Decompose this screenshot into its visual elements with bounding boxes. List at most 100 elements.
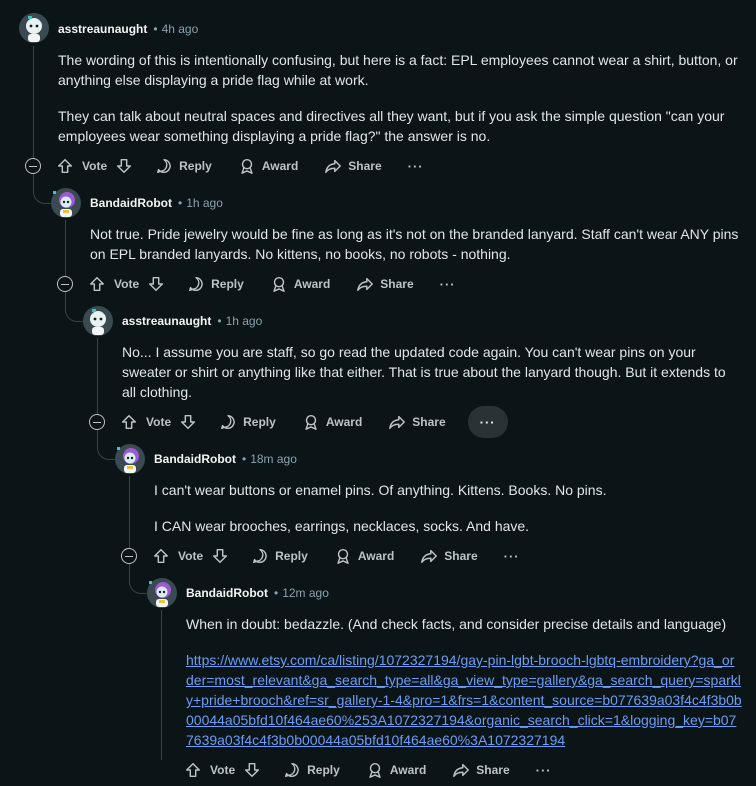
downvote-button[interactable]: [243, 754, 261, 786]
avatar[interactable]: [83, 306, 113, 336]
award-button[interactable]: Award: [238, 150, 298, 182]
share-button[interactable]: Share: [420, 540, 478, 572]
upvote-button[interactable]: [88, 268, 106, 300]
share-icon: [421, 549, 438, 564]
collapse-thread-button[interactable]: [25, 158, 41, 174]
comment-actions: Vote Reply Award Share ···: [120, 406, 508, 438]
share-label: Share: [444, 549, 478, 563]
upvote-icon: [121, 414, 137, 430]
comment-actions: Vote Reply Award Share ···: [152, 540, 532, 572]
upvote-icon: [153, 548, 169, 564]
award-label: Award: [293, 277, 331, 291]
reply-button[interactable]: Reply: [219, 406, 276, 438]
share-label: Share: [348, 159, 382, 173]
award-button[interactable]: Award: [334, 540, 394, 572]
upvote-button[interactable]: [120, 406, 138, 438]
downvote-button[interactable]: [147, 268, 165, 300]
award-icon: [369, 762, 381, 778]
timestamp[interactable]: 12m ago: [282, 586, 329, 600]
link-paragraph: https://www.etsy.com/ca/listing/10723271…: [186, 650, 742, 750]
downvote-button[interactable]: [115, 150, 133, 182]
username[interactable]: asstreaunaught: [58, 22, 147, 36]
vote-label: Vote: [82, 159, 108, 173]
award-button[interactable]: Award: [302, 406, 362, 438]
share-button[interactable]: Share: [388, 406, 446, 438]
comment-actions: Vote Reply Award Share ···: [184, 754, 564, 786]
award-label: Award: [325, 415, 363, 429]
share-button[interactable]: Share: [324, 150, 382, 182]
reply-label: Reply: [275, 549, 308, 563]
username[interactable]: BandaidRobot: [154, 452, 236, 466]
avatar[interactable]: [51, 188, 81, 218]
reply-icon: [253, 548, 267, 564]
upvote-button[interactable]: [56, 150, 74, 182]
downvote-icon: [245, 762, 260, 778]
reply-icon: [189, 276, 203, 292]
upvote-icon: [185, 762, 201, 778]
comment-paragraph: Not true. Pride jewelry would be fine as…: [90, 226, 739, 262]
username[interactable]: asstreaunaught: [122, 314, 211, 328]
downvote-icon: [213, 548, 228, 564]
downvote-icon: [181, 414, 196, 430]
reply-button[interactable]: Reply: [155, 150, 212, 182]
collapse-thread-button[interactable]: [121, 548, 137, 564]
thread-connector: [129, 564, 147, 594]
upvote-button[interactable]: [152, 540, 170, 572]
share-icon: [453, 763, 470, 778]
award-label: Award: [389, 763, 427, 777]
vote-label: Vote: [210, 763, 236, 777]
timestamp[interactable]: 4h ago: [162, 22, 199, 36]
external-link[interactable]: https://www.etsy.com/ca/listing/10723271…: [186, 652, 742, 748]
thread-connector: [97, 430, 115, 460]
more-options-button[interactable]: ···: [396, 150, 436, 182]
share-icon: [325, 159, 342, 174]
timestamp[interactable]: 1h ago: [186, 196, 223, 210]
comment-body: No... I assume you are staff, so go read…: [122, 342, 736, 402]
avatar[interactable]: [115, 444, 145, 474]
downvote-icon: [149, 276, 164, 292]
comment-actions: Vote Reply Award Share ···: [56, 150, 436, 182]
vote-label: Vote: [114, 277, 140, 291]
share-button[interactable]: Share: [452, 754, 510, 786]
upvote-button[interactable]: [184, 754, 202, 786]
award-button[interactable]: Award: [366, 754, 426, 786]
comment-paragraph: When in doubt: bedazzle. (And check fact…: [186, 616, 727, 632]
more-options-button[interactable]: ···: [524, 754, 564, 786]
more-options-button[interactable]: ···: [428, 268, 468, 300]
timestamp[interactable]: 18m ago: [250, 452, 297, 466]
collapse-thread-button[interactable]: [89, 414, 105, 430]
reply-button[interactable]: Reply: [251, 540, 308, 572]
award-label: Award: [357, 549, 395, 563]
thread-line: [65, 220, 66, 276]
reply-icon: [285, 762, 299, 778]
award-icon: [305, 414, 317, 430]
comment-meta: asstreaunaught • 4h ago: [58, 22, 199, 36]
share-label: Share: [380, 277, 414, 291]
reply-button[interactable]: Reply: [283, 754, 340, 786]
award-button[interactable]: Award: [270, 268, 330, 300]
downvote-icon: [117, 158, 132, 174]
avatar[interactable]: [19, 13, 49, 43]
share-label: Share: [476, 763, 510, 777]
downvote-button[interactable]: [179, 406, 197, 438]
more-options-button[interactable]: ···: [467, 406, 508, 438]
comment-meta: BandaidRobot • 12m ago: [186, 586, 329, 600]
collapse-thread-button[interactable]: [57, 276, 73, 292]
reply-button[interactable]: Reply: [187, 268, 244, 300]
reply-label: Reply: [211, 277, 244, 291]
avatar[interactable]: [147, 578, 177, 608]
thread-connector: [33, 174, 51, 204]
more-options-button[interactable]: ···: [492, 540, 532, 572]
vote-label: Vote: [178, 549, 204, 563]
comment-meta: BandaidRobot • 18m ago: [154, 452, 297, 466]
comment-body: When in doubt: bedazzle. (And check fact…: [186, 614, 742, 750]
username[interactable]: BandaidRobot: [90, 196, 172, 210]
share-label: Share: [412, 415, 446, 429]
thread-line: [97, 338, 98, 414]
downvote-button[interactable]: [211, 540, 229, 572]
comment-paragraph: I can't wear buttons or enamel pins. Of …: [154, 482, 607, 498]
timestamp[interactable]: 1h ago: [226, 314, 263, 328]
username[interactable]: BandaidRobot: [186, 586, 268, 600]
comment-meta: BandaidRobot • 1h ago: [90, 196, 223, 210]
share-button[interactable]: Share: [356, 268, 414, 300]
